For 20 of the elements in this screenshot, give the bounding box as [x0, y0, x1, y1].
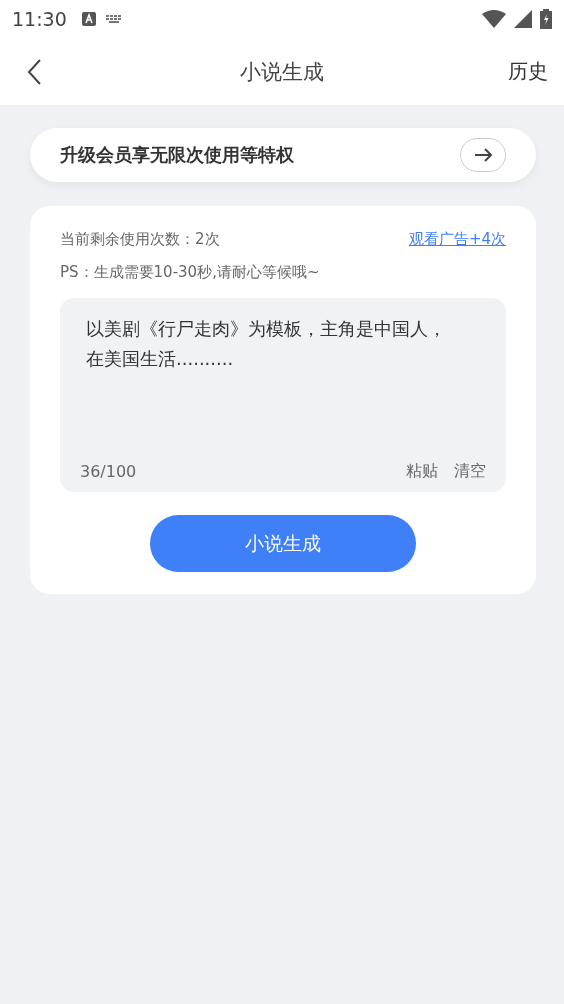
promo-text: 升级会员享无限次使用等特权 [60, 143, 294, 167]
page-title: 小说生成 [240, 58, 324, 86]
arrow-right-icon[interactable] [460, 138, 506, 172]
clock: 11:30 [12, 8, 67, 30]
back-icon[interactable] [27, 58, 41, 85]
promo-banner[interactable]: 升级会员享无限次使用等特权 [30, 128, 536, 182]
watch-ad-link[interactable]: 观看广告+4次 [408, 230, 506, 249]
remaining-count: 当前剩余使用次数：2次 [60, 230, 220, 249]
wifi-icon [482, 10, 506, 28]
field-action-button[interactable]: 粘贴 [406, 461, 438, 482]
prompt-text: 以美剧《行尸走肉》为模板，主角是中国人，在美国生活.......... [86, 317, 447, 371]
field-action-button[interactable]: 清空 [454, 461, 486, 482]
battery-icon [540, 9, 552, 29]
note-text: PS：生成需要10-30秒,请耐心等候哦~ [60, 263, 321, 282]
char-counter: 36/100 [80, 462, 137, 481]
keyboard-a-icon [80, 11, 97, 27]
signal-icon [514, 10, 532, 28]
input-field[interactable]: 以美剧《行尸走肉》为模板，主角是中国人，在美国生活.......... 36/100 粘贴 清空 [60, 298, 506, 492]
generate-button[interactable]: 小说生成 [150, 515, 416, 572]
history-button[interactable]: 历史 [508, 58, 548, 85]
